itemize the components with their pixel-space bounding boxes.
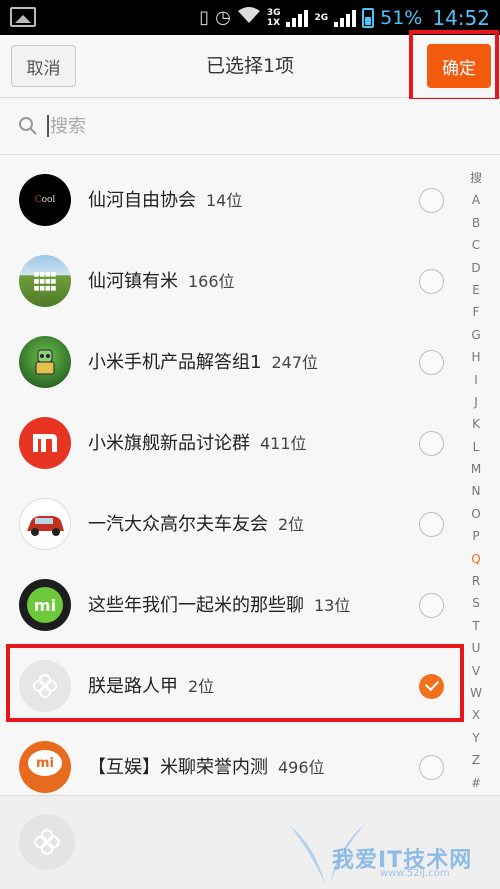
list-item[interactable]: 小米旗舰新品讨论群 411位 <box>0 403 458 484</box>
member-count: 247位 <box>271 353 318 372</box>
group-name: 【互娱】米聊荣誉内测 <box>88 757 268 778</box>
car-photo-avatar <box>19 498 71 550</box>
group-name: 仙河镇有米 <box>88 271 178 292</box>
index-letter[interactable]: A <box>462 189 490 211</box>
flower-icon <box>34 829 60 855</box>
index-letter[interactable]: K <box>462 413 490 435</box>
vibrate-icon: ▯ <box>199 7 210 28</box>
index-letter[interactable]: J <box>462 391 490 413</box>
gallery-notification-icon <box>10 7 36 27</box>
mi-chat-logo-avatar: mi <box>19 741 71 793</box>
network-2g-label: 2G <box>314 12 329 23</box>
index-letter[interactable]: V <box>462 660 490 682</box>
signal-icon <box>286 9 309 27</box>
index-letter[interactable]: R <box>462 570 490 592</box>
alphabet-index[interactable]: 搜 A B C D E F G H I J K L M N O P Q R S T U V W X Y Z # <box>462 167 490 794</box>
index-letter[interactable]: D <box>462 257 490 279</box>
member-count: 166位 <box>188 272 235 291</box>
select-radio[interactable] <box>419 755 444 780</box>
index-letter[interactable]: M <box>462 458 490 480</box>
group-name: 朕是路人甲 <box>88 676 178 697</box>
network-type-label: 3G 1X <box>266 7 281 28</box>
select-radio[interactable] <box>419 593 444 618</box>
index-letter[interactable]: S <box>462 592 490 614</box>
default-avatar <box>19 660 71 712</box>
landscape-photo-avatar: ■■■■ ■■■■ ■■■■ <box>19 255 71 307</box>
member-count: 14位 <box>206 191 243 210</box>
select-radio[interactable] <box>419 431 444 456</box>
index-letter[interactable]: G <box>462 324 490 346</box>
member-count: 411位 <box>260 434 307 453</box>
confirm-annotation-box: 确定 <box>409 30 499 102</box>
cool-logo-avatar: Cool <box>19 174 71 226</box>
index-letter[interactable]: P <box>462 525 490 547</box>
member-count: 496位 <box>278 758 325 777</box>
index-letter[interactable]: T <box>462 615 490 637</box>
signal2-icon <box>334 9 357 27</box>
list-item[interactable]: Cool 仙河自由协会 14位 <box>0 160 458 241</box>
list-item[interactable]: 小米手机产品解答组1 247位 <box>0 322 458 403</box>
index-letter[interactable]: F <box>462 301 490 323</box>
group-name: 这些年我们一起米的那些聊 <box>88 595 304 616</box>
group-name: 小米手机产品解答组1 <box>88 352 262 373</box>
group-name: 小米旗舰新品讨论群 <box>88 433 250 454</box>
group-list: Cool 仙河自由协会 14位 ■■■■ ■■■■ ■■■■ 仙河镇有米 166位 小米… <box>0 160 458 808</box>
list-item[interactable]: 朕是路人甲 2位 <box>0 646 458 727</box>
select-radio[interactable] <box>419 188 444 213</box>
cancel-button[interactable]: 取消 <box>11 45 76 87</box>
mi-green-logo-avatar: mi <box>19 579 71 631</box>
index-letter[interactable]: Z <box>462 749 490 771</box>
group-name: 一汽大众高尔夫车友会 <box>88 514 268 535</box>
wifi-icon <box>237 6 261 29</box>
index-letter[interactable]: B <box>462 212 490 234</box>
search-icon <box>19 117 37 135</box>
member-count: 13位 <box>314 596 351 615</box>
list-item[interactable]: ■■■■ ■■■■ ■■■■ 仙河镇有米 166位 <box>0 241 458 322</box>
index-letter[interactable]: # <box>462 772 490 794</box>
selected-avatar[interactable] <box>19 814 75 870</box>
battery-icon <box>362 7 375 28</box>
flower-icon <box>33 674 57 698</box>
list-item[interactable]: 一汽大众高尔夫车友会 2位 <box>0 484 458 565</box>
select-radio[interactable] <box>419 512 444 537</box>
text-cursor <box>47 115 49 137</box>
list-item[interactable]: mi 这些年我们一起米的那些聊 13位 <box>0 565 458 646</box>
member-count: 2位 <box>278 515 305 534</box>
confirm-button[interactable]: 确定 <box>427 44 491 88</box>
index-letter[interactable]: H <box>462 346 490 368</box>
select-radio[interactable] <box>419 269 444 294</box>
group-name: 仙河自由协会 <box>88 190 196 211</box>
index-letter[interactable]: N <box>462 480 490 502</box>
battery-percent: 51% <box>380 6 423 29</box>
search-input[interactable] <box>50 109 350 143</box>
select-radio-checked[interactable] <box>419 674 444 699</box>
index-letter[interactable]: Y <box>462 727 490 749</box>
index-letter[interactable]: Q <box>462 548 490 570</box>
alarm-icon: ◷ <box>215 7 231 28</box>
index-letter[interactable]: C <box>462 234 490 256</box>
watermark-url: www.52ij.com <box>380 868 450 879</box>
index-letter[interactable]: E <box>462 279 490 301</box>
mi-logo-avatar <box>19 417 71 469</box>
robot-illustration-avatar <box>19 336 71 388</box>
selected-members-bar: 我爱IT技术网 www.52ij.com <box>0 795 500 889</box>
index-letter[interactable]: 搜 <box>462 167 490 189</box>
member-count: 2位 <box>188 677 215 696</box>
index-letter[interactable]: L <box>462 436 490 458</box>
index-letter[interactable]: U <box>462 637 490 659</box>
clock: 14:52 <box>432 5 490 30</box>
index-letter[interactable]: I <box>462 369 490 391</box>
index-letter[interactable]: O <box>462 503 490 525</box>
index-letter[interactable]: X <box>462 704 490 726</box>
select-radio[interactable] <box>419 350 444 375</box>
index-letter[interactable]: W <box>462 682 490 704</box>
search-bar <box>0 99 500 155</box>
